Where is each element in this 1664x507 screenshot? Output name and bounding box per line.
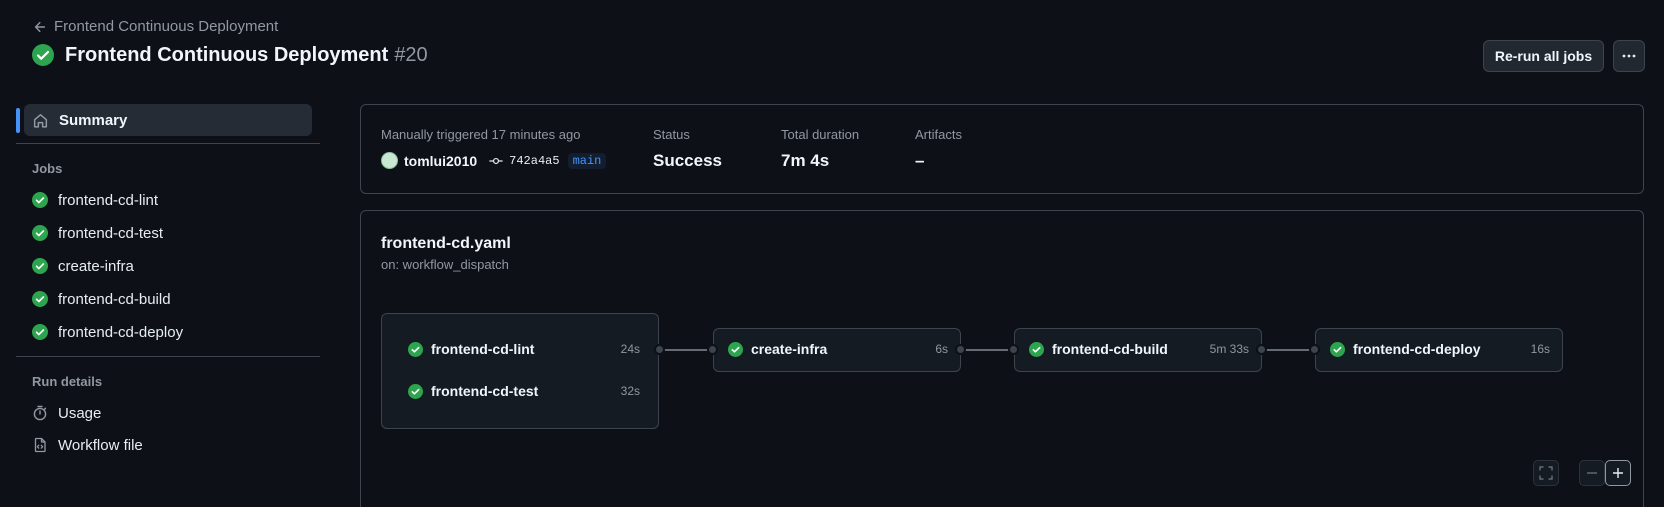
home-icon	[33, 113, 48, 128]
sidebar-item-usage[interactable]: Usage	[32, 402, 101, 424]
commit-sha-link[interactable]: 742a4a5	[509, 154, 559, 168]
sidebar-item-label: Summary	[59, 111, 128, 129]
check-circle-fill-icon	[32, 291, 48, 307]
run-number: #20	[394, 43, 428, 66]
graph-port	[654, 344, 665, 355]
check-circle-fill-icon	[728, 341, 743, 357]
branch-badge[interactable]: main	[567, 152, 607, 169]
job-name: frontend-cd-build	[1052, 341, 1168, 357]
more-options-button[interactable]	[1613, 40, 1645, 72]
check-circle-fill-icon	[408, 341, 423, 357]
graph-port	[707, 344, 718, 355]
avatar[interactable]	[381, 152, 398, 169]
workflow-graph-panel: frontend-cd.yaml on: workflow_dispatch f…	[360, 210, 1644, 507]
job-group: frontend-cd-lint 24s frontend-cd-test 32…	[381, 313, 659, 429]
sidebar-item-frontend-cd-lint[interactable]: frontend-cd-lint	[32, 189, 158, 211]
job-duration: 5m 33s	[1209, 342, 1249, 356]
graph-connector	[960, 349, 1011, 351]
check-circle-fill-icon	[32, 44, 54, 66]
zoom-in-button[interactable]	[1605, 460, 1631, 486]
job-name: frontend-cd-test	[431, 383, 539, 399]
kebab-horizontal-icon	[1622, 54, 1636, 58]
jobs-heading: Jobs	[32, 161, 63, 176]
sidebar-item-workflow-file[interactable]: Workflow file	[32, 434, 143, 456]
check-circle-fill-icon	[32, 324, 48, 340]
job-row: create-infra 6s	[728, 341, 948, 357]
job-node-frontend-cd-lint[interactable]: frontend-cd-lint 24s	[408, 341, 640, 357]
sidebar-divider	[16, 143, 320, 144]
graph-port	[1008, 344, 1019, 355]
sidebar-item-label: frontend-cd-lint	[58, 191, 159, 209]
job-name: create-infra	[751, 341, 828, 357]
run-summary-panel: Manually triggered 17 minutes ago tomlui…	[360, 104, 1644, 194]
back-link[interactable]: Frontend Continuous Deployment	[33, 18, 278, 35]
graph-port	[955, 344, 966, 355]
job-node-frontend-cd-build[interactable]: frontend-cd-build 5m 33s	[1014, 328, 1262, 372]
arrow-left-icon	[34, 21, 46, 32]
job-duration: 24s	[620, 342, 640, 356]
job-node-frontend-cd-test[interactable]: frontend-cd-test 32s	[408, 383, 640, 399]
stopwatch-icon	[33, 405, 47, 421]
status-value: Success	[653, 151, 722, 170]
back-link-label: Frontend Continuous Deployment	[54, 18, 279, 35]
minus-icon	[1587, 472, 1597, 474]
duration-value: 7m 4s	[781, 151, 830, 170]
file-code-icon	[34, 437, 46, 453]
rerun-all-jobs-button[interactable]: Re-run all jobs	[1483, 40, 1604, 72]
active-indicator	[16, 108, 20, 133]
plus-icon	[1613, 468, 1623, 478]
page-title-row: Frontend Continuous Deployment #20	[31, 43, 428, 67]
job-duration: 32s	[620, 384, 640, 398]
job-name: frontend-cd-lint	[431, 341, 535, 357]
sidebar-item-create-infra[interactable]: create-infra	[32, 255, 134, 277]
artifacts-label: Artifacts	[915, 127, 962, 142]
page-title-label: Frontend Continuous Deployment	[65, 43, 389, 66]
job-node-frontend-cd-deploy[interactable]: frontend-cd-deploy 16s	[1315, 328, 1563, 372]
sidebar-item-label: frontend-cd-deploy	[58, 323, 184, 341]
sidebar-item-label: frontend-cd-build	[58, 290, 171, 308]
page-title: Frontend Continuous Deployment #20	[65, 44, 428, 67]
artifacts-value: –	[915, 151, 925, 170]
sidebar-item-label: Usage	[58, 404, 102, 422]
graph-port	[1256, 344, 1267, 355]
graph-connector	[1261, 349, 1312, 351]
check-circle-fill-icon	[1029, 341, 1044, 357]
job-duration: 16s	[1530, 342, 1550, 356]
job-row: frontend-cd-build 5m 33s	[1029, 341, 1249, 357]
job-name: frontend-cd-deploy	[1353, 341, 1481, 357]
zoom-out-button[interactable]	[1579, 460, 1605, 486]
fullscreen-button[interactable]	[1533, 460, 1559, 486]
job-row: frontend-cd-deploy 16s	[1330, 341, 1550, 357]
graph-connector	[660, 349, 711, 351]
trigger-text: Manually triggered 17 minutes ago	[381, 127, 581, 142]
check-circle-fill-icon	[32, 192, 48, 208]
sidebar-divider	[16, 356, 320, 357]
workflow-file-name: frontend-cd.yaml	[381, 235, 511, 252]
run-details-heading: Run details	[32, 374, 103, 389]
sidebar-item-summary[interactable]: Summary	[24, 104, 312, 136]
trigger-details: tomlui2010 742a4a5 main	[381, 152, 607, 169]
check-circle-fill-icon	[32, 225, 48, 241]
actor-link[interactable]: tomlui2010	[404, 153, 477, 169]
sidebar-item-frontend-cd-build[interactable]: frontend-cd-build	[32, 288, 171, 310]
duration-label: Total duration	[781, 127, 860, 142]
sidebar-item-frontend-cd-test[interactable]: frontend-cd-test	[32, 222, 163, 244]
workflow-trigger: on: workflow_dispatch	[381, 257, 509, 272]
sidebar-item-label: Workflow file	[58, 436, 143, 454]
fullscreen-icon	[1539, 466, 1553, 480]
check-circle-fill-icon	[408, 383, 423, 399]
sidebar-item-label: frontend-cd-test	[58, 224, 164, 242]
sidebar-item-label: create-infra	[58, 257, 134, 275]
git-commit-icon	[489, 157, 503, 164]
sidebar-item-frontend-cd-deploy[interactable]: frontend-cd-deploy	[32, 321, 183, 343]
check-circle-fill-icon	[1330, 341, 1345, 357]
job-node-create-infra[interactable]: create-infra 6s	[713, 328, 961, 372]
graph-port	[1309, 344, 1320, 355]
job-duration: 6s	[935, 342, 948, 356]
status-label: Status	[653, 127, 690, 142]
check-circle-fill-icon	[32, 258, 48, 274]
